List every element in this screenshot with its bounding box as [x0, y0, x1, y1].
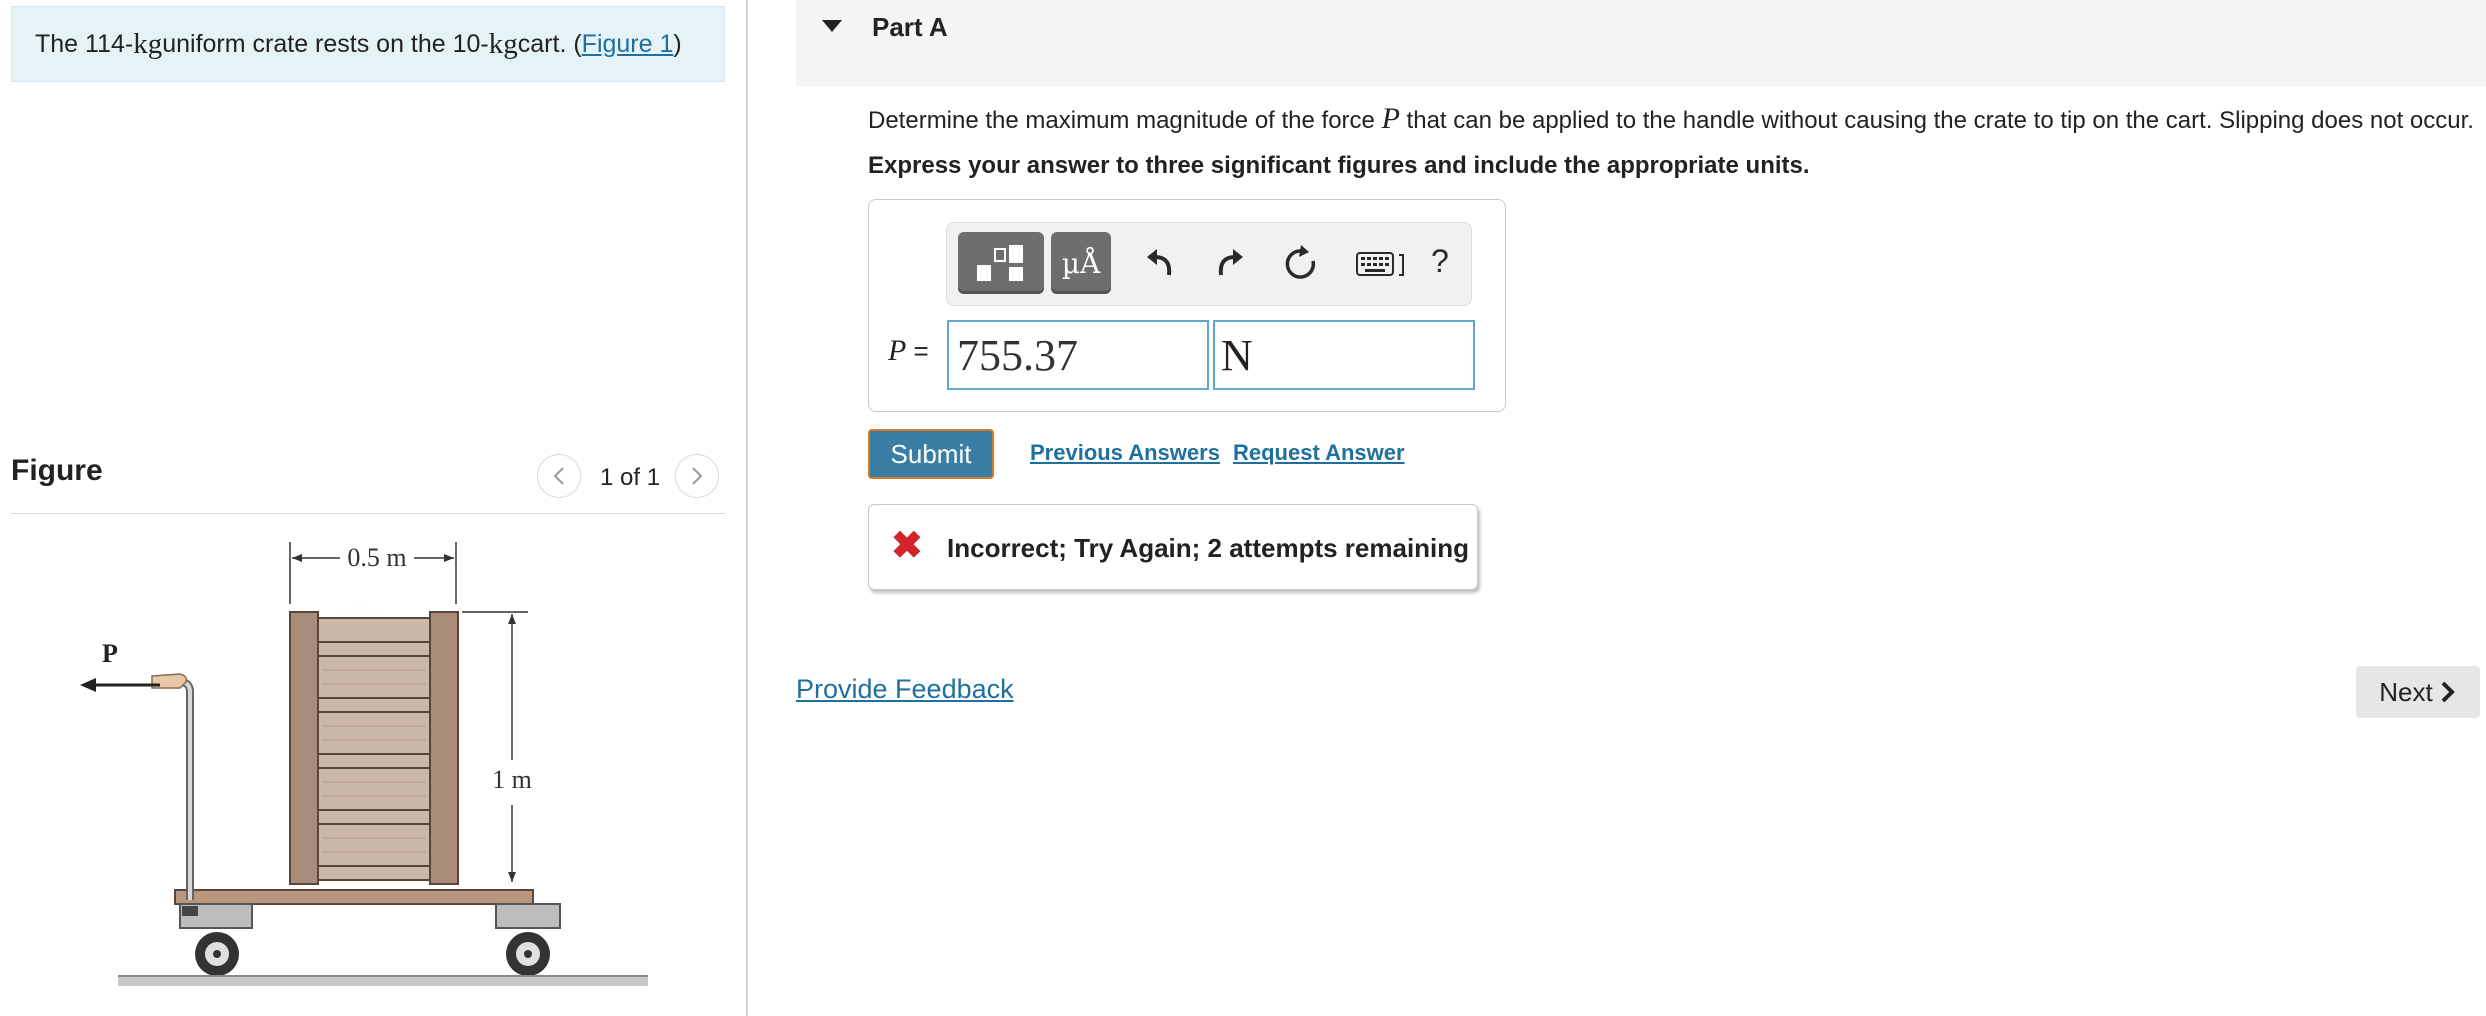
figure-link[interactable]: Figure 1: [582, 30, 674, 59]
part-title: Part A: [872, 12, 948, 42]
unit-input[interactable]: N: [1213, 320, 1475, 390]
reset-icon[interactable]: [1283, 243, 1319, 292]
templates-icon: [977, 245, 1023, 281]
force-label: P: [102, 639, 118, 668]
height-dimension: 1 m: [462, 611, 532, 882]
collapse-caret-icon[interactable]: [822, 20, 842, 32]
figure-title: Figure: [11, 454, 103, 487]
answer-instruction: Express your answer to three significant…: [868, 152, 1810, 179]
undo-icon[interactable]: [1143, 243, 1177, 292]
rear-wheel: [506, 932, 550, 976]
templates-button[interactable]: [958, 232, 1044, 294]
ground: [118, 976, 648, 986]
height-label: 1 m: [492, 765, 532, 794]
problem-text-4: ): [673, 29, 682, 58]
figure-header: Figure 1 of 1: [11, 452, 725, 514]
chevron-right-icon: [692, 467, 703, 485]
answer-equals: =: [906, 336, 929, 366]
cart-deck: [174, 889, 534, 905]
part-header[interactable]: [796, 0, 2486, 86]
redo-icon[interactable]: [1213, 243, 1247, 292]
answer-variable-label: P =: [888, 334, 929, 368]
feedback-message: Incorrect; Try Again; 2 attempts remaini…: [947, 533, 1470, 563]
value-input[interactable]: 755.37: [947, 320, 1209, 390]
question-variable: P: [1381, 102, 1400, 135]
keyboard-icon[interactable]: [1355, 249, 1407, 286]
answer-variable: P: [888, 334, 907, 367]
force-arrow: P: [80, 639, 160, 692]
problem-text-3: cart. (: [517, 29, 582, 58]
front-wheel: [195, 932, 239, 976]
help-button[interactable]: ?: [1431, 243, 1449, 280]
previous-answers-link[interactable]: Previous Answers: [1030, 440, 1220, 466]
chevron-right-icon: [2441, 681, 2455, 703]
problem-text-2: uniform crate rests on the 10-: [162, 29, 489, 58]
problem-unit-1: kg: [133, 27, 163, 60]
submit-button[interactable]: Submit: [868, 429, 994, 479]
request-answer-link[interactable]: Request Answer: [1233, 440, 1405, 466]
next-label: Next: [2379, 676, 2433, 707]
units-button[interactable]: µÅ: [1051, 232, 1111, 294]
problem-statement: The 114- kg uniform crate rests on the 10…: [11, 6, 725, 82]
chevron-left-icon: [553, 467, 564, 485]
question-after: that can be applied to the handle withou…: [1399, 107, 2474, 134]
problem-text-1: The 114-: [35, 29, 134, 58]
width-label: 0.5 m: [347, 543, 406, 572]
rear-caster-block: [495, 903, 561, 929]
error-x-icon: ✖: [891, 525, 923, 567]
figure-pager: 1 of 1: [600, 464, 661, 491]
problem-unit-2: kg: [488, 27, 518, 60]
crate: [289, 611, 459, 885]
math-toolbar: µÅ ?: [946, 222, 1472, 306]
question-text: Determine the maximum magnitude of the f…: [868, 102, 2474, 136]
next-figure-button[interactable]: [675, 454, 719, 498]
crate-cart-figure: 0.5 m 1 m P: [80, 542, 648, 986]
feedback-box: ✖ Incorrect; Try Again; 2 attempts remai…: [868, 504, 1478, 590]
provide-feedback-link[interactable]: Provide Feedback: [796, 674, 1014, 705]
cart-handle: [158, 678, 198, 916]
left-panel: The 114- kg uniform crate rests on the 10…: [0, 0, 748, 1016]
next-button[interactable]: Next: [2356, 666, 2480, 718]
question-before: Determine the maximum magnitude of the f…: [868, 107, 1382, 134]
previous-figure-button[interactable]: [537, 454, 581, 498]
